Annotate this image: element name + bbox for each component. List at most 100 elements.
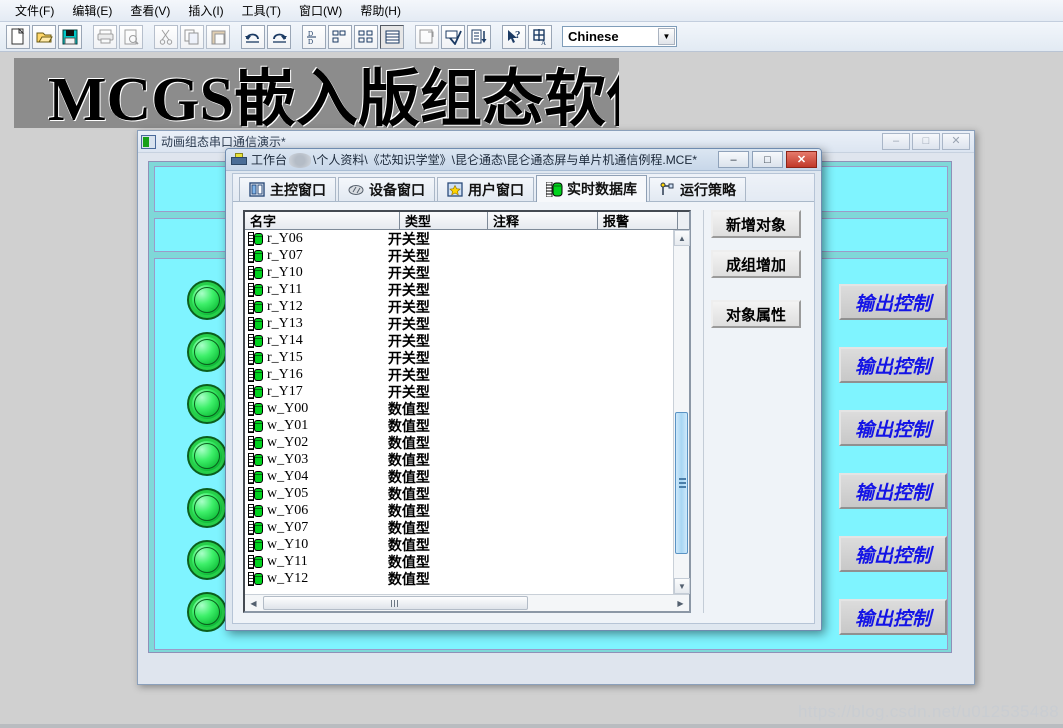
vertical-scrollbar-thumb[interactable]: [675, 412, 688, 554]
add-group-button[interactable]: 成组增加: [711, 250, 801, 278]
menu-file[interactable]: 文件(F): [6, 0, 63, 21]
table-cell-name-text: r_Y17: [267, 383, 303, 399]
table-cell-name: w_Y06: [245, 503, 388, 519]
paste-icon[interactable]: [206, 24, 230, 49]
column-header-type[interactable]: 类型: [400, 212, 488, 229]
table-row[interactable]: w_Y00 数值型: [245, 400, 673, 417]
scroll-left-icon[interactable]: ◀: [245, 595, 262, 611]
table-cell-name-text: w_Y11: [267, 553, 308, 569]
table-row[interactable]: w_Y04 数值型: [245, 468, 673, 485]
table-row[interactable]: r_Y16 开关型: [245, 366, 673, 383]
table-row[interactable]: r_Y12 开关型: [245, 298, 673, 315]
output-control-button[interactable]: 输出控制: [839, 473, 947, 509]
output-control-button[interactable]: 输出控制: [839, 536, 947, 572]
close-button[interactable]: ✕: [786, 151, 817, 168]
open-folder-icon[interactable]: [32, 24, 56, 49]
workbench-title-path: \个人资料\《芯知识学堂》\昆仑通态\昆仑通态屏与单片机通信例程.MCE*: [313, 152, 698, 167]
table-row[interactable]: w_Y05 数值型: [245, 485, 673, 502]
table-view-icon[interactable]: [380, 24, 404, 49]
data-object-icon: [248, 520, 264, 535]
table-row[interactable]: r_Y17 开关型: [245, 383, 673, 400]
align-distribute-icon[interactable]: [328, 24, 352, 49]
column-header-name[interactable]: 名字: [245, 212, 400, 229]
chevron-down-icon[interactable]: ▼: [658, 28, 675, 45]
help-pointer-icon[interactable]: ?: [502, 24, 526, 49]
table-row[interactable]: w_Y06 数值型: [245, 502, 673, 519]
table-row[interactable]: r_Y10 开关型: [245, 264, 673, 281]
menu-insert[interactable]: 插入(I): [179, 0, 232, 21]
table-row[interactable]: w_Y07 数值型: [245, 519, 673, 536]
table-row[interactable]: w_Y03 数值型: [245, 451, 673, 468]
copy-icon[interactable]: [180, 24, 204, 49]
language-select-value: Chinese: [568, 29, 619, 44]
column-header-comment[interactable]: 注释: [488, 212, 598, 229]
table-row[interactable]: r_Y15 开关型: [245, 349, 673, 366]
table-row[interactable]: r_Y07 开关型: [245, 247, 673, 264]
tab-device-window[interactable]: 设备窗口: [338, 177, 435, 201]
language-select[interactable]: Chinese ▼: [562, 26, 677, 47]
table-cell-name-text: r_Y14: [267, 332, 303, 348]
table-row[interactable]: w_Y01 数值型: [245, 417, 673, 434]
horizontal-scrollbar-thumb[interactable]: [263, 596, 528, 610]
table-row[interactable]: w_Y12 数值型: [245, 570, 673, 587]
output-control-button[interactable]: 输出控制: [839, 599, 947, 635]
data-object-icon: [248, 299, 264, 314]
redacted-path-mask: [289, 153, 312, 169]
tab-run-strategy[interactable]: 运行策略: [649, 177, 746, 201]
table-row[interactable]: w_Y11 数值型: [245, 553, 673, 570]
spell-check-icon[interactable]: [441, 24, 465, 49]
list-view-icon[interactable]: [354, 24, 378, 49]
scroll-right-icon[interactable]: ▶: [672, 595, 689, 611]
undo-icon[interactable]: [241, 24, 265, 49]
new-file-icon[interactable]: [6, 24, 30, 49]
print-icon[interactable]: [93, 24, 117, 49]
column-header-alarm[interactable]: 报警: [598, 212, 678, 229]
table-row[interactable]: r_Y14 开关型: [245, 332, 673, 349]
panel-divider: [703, 210, 704, 613]
mcgs-banner-text: MCGS嵌入版组态软件: [48, 66, 619, 128]
workbench-dialog: 工作台 \个人资料\《芯知识学堂》\昆仑通态\昆仑通态屏与单片机通信例程.MCE*…: [225, 148, 822, 631]
table-row[interactable]: r_Y06 开关型: [245, 230, 673, 247]
menu-help[interactable]: 帮助(H): [351, 0, 410, 21]
table-row[interactable]: r_Y13 开关型: [245, 315, 673, 332]
table-cell-name: w_Y10: [245, 537, 388, 553]
maximize-button[interactable]: □: [912, 133, 940, 150]
cut-icon[interactable]: [154, 24, 178, 49]
table-cell-name-text: w_Y12: [267, 570, 309, 586]
tab-main-window[interactable]: 主控窗口: [239, 177, 336, 201]
table-cell-name-text: w_Y06: [267, 502, 309, 518]
minimize-button[interactable]: –: [882, 133, 910, 150]
scroll-down-icon[interactable]: ▼: [674, 578, 690, 594]
sort-icon[interactable]: [467, 24, 491, 49]
output-control-button[interactable]: 输出控制: [839, 284, 947, 320]
workbench-icon: [231, 152, 247, 167]
table-row[interactable]: w_Y10 数值型: [245, 536, 673, 553]
output-control-button[interactable]: 输出控制: [839, 410, 947, 446]
menu-tools[interactable]: 工具(T): [233, 0, 290, 21]
redo-icon[interactable]: [267, 24, 291, 49]
horizontal-scrollbar[interactable]: ◀ ▶: [245, 594, 689, 611]
output-control-button[interactable]: 输出控制: [839, 347, 947, 383]
vertical-scrollbar[interactable]: ▲ ▼: [673, 230, 690, 594]
add-object-button[interactable]: 新增对象: [711, 210, 801, 238]
menu-edit[interactable]: 编辑(E): [63, 0, 121, 21]
minimize-button[interactable]: –: [718, 151, 749, 168]
tab-user-window[interactable]: 用户窗口: [437, 177, 534, 201]
table-cell-name: r_Y16: [245, 367, 388, 383]
maximize-button[interactable]: □: [752, 151, 783, 168]
menu-view[interactable]: 查看(V): [121, 0, 179, 21]
tab-realtime-database[interactable]: 实时数据库: [536, 175, 647, 202]
menu-window[interactable]: 窗口(W): [290, 0, 351, 21]
print-preview-icon[interactable]: [119, 24, 143, 49]
close-button[interactable]: ✕: [942, 133, 970, 150]
align-left-icon[interactable]: DD: [302, 24, 326, 49]
scroll-up-icon[interactable]: ▲: [674, 230, 690, 246]
workbench-title-bar[interactable]: 工作台 \个人资料\《芯知识学堂》\昆仑通态\昆仑通态屏与单片机通信例程.MCE*…: [226, 149, 821, 171]
table-cell-name-text: w_Y01: [267, 417, 309, 433]
table-row[interactable]: w_Y02 数值型: [245, 434, 673, 451]
object-properties-button[interactable]: 对象属性: [711, 300, 801, 328]
table-row[interactable]: r_Y11 开关型: [245, 281, 673, 298]
ime-icon[interactable]: A: [528, 24, 552, 49]
save-icon[interactable]: [58, 24, 82, 49]
properties-icon[interactable]: [415, 24, 439, 49]
